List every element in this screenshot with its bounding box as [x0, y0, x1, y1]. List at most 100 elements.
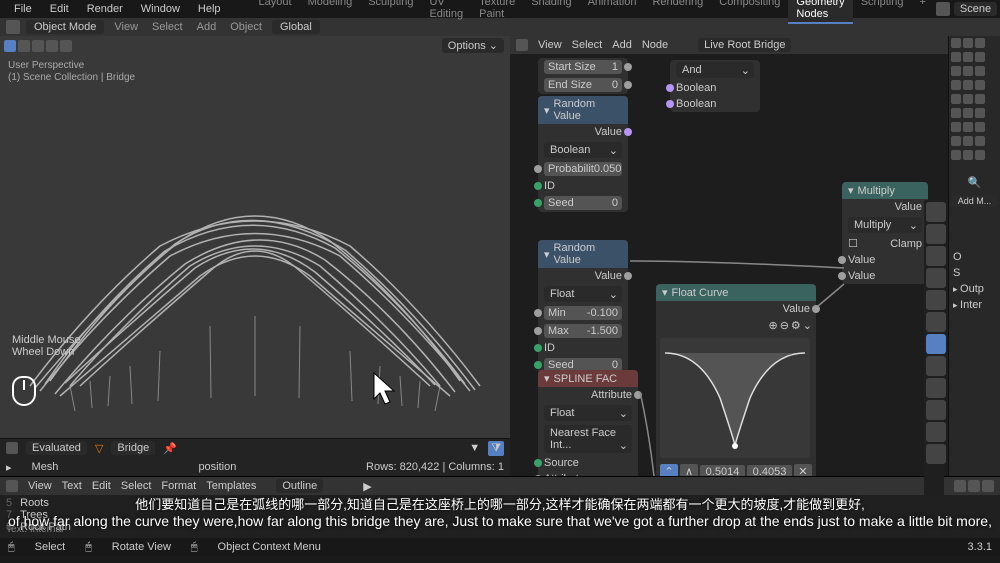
outliner-row[interactable] — [949, 92, 1000, 106]
node-float-curve[interactable]: ▾Float Curve Value ⊕ ⊖ ⚙ ⌄ ⌃ ∧ 0.5014 0.… — [656, 284, 816, 476]
outliner[interactable]: 🔍 Add M... O S ▸ Outp ▸ Inter — [948, 36, 1000, 476]
viewport-options[interactable]: Options ⌄ — [442, 38, 504, 53]
workspace-scripting[interactable]: Scripting — [853, 0, 912, 24]
outliner-row[interactable] — [949, 120, 1000, 134]
workspace-sculpting[interactable]: Sculpting — [360, 0, 421, 24]
menu-help[interactable]: Help — [190, 1, 229, 17]
te-menu-view[interactable]: View — [28, 480, 52, 492]
vp-menu-select[interactable]: Select — [148, 21, 187, 33]
3d-viewport[interactable]: Options ⌄ User Perspective (1) Scene Col… — [0, 36, 510, 476]
curve-widget[interactable] — [660, 338, 810, 458]
filter-icon[interactable]: ▼ — [469, 442, 480, 454]
workspace-add[interactable]: + — [911, 0, 933, 24]
funnel-icon[interactable]: ⧩ — [488, 441, 504, 456]
zoom-out-icon[interactable]: ⊖ — [780, 319, 789, 332]
syntax-icon[interactable] — [954, 480, 966, 492]
menu-window[interactable]: Window — [133, 1, 188, 17]
vp-menu-view[interactable]: View — [110, 21, 142, 33]
handle-vector-icon[interactable]: ∧ — [680, 464, 698, 476]
outliner-row[interactable] — [949, 148, 1000, 162]
workspace-geometry-nodes[interactable]: Geometry Nodes — [788, 0, 852, 24]
modifier-tab-icon[interactable] — [926, 334, 946, 354]
node-boolean-math[interactable]: And Boolean Boolean — [670, 60, 760, 112]
cursor-tool-icon[interactable] — [4, 40, 16, 52]
collapse-icon[interactable]: ▾ — [662, 286, 668, 299]
data-tab-icon[interactable] — [926, 422, 946, 442]
object-breadcrumb[interactable]: Bridge — [111, 441, 155, 455]
vp-menu-add[interactable]: Add — [193, 21, 221, 33]
node-random-value-float[interactable]: ▾Random Value Value Float Min-0.100 Max-… — [538, 240, 628, 374]
transform-orientation[interactable]: Global — [272, 20, 320, 34]
run-script-icon[interactable]: ▶ — [363, 480, 371, 493]
menu-file[interactable]: File — [6, 1, 40, 17]
vp-menu-object[interactable]: Object — [226, 21, 266, 33]
menu-render[interactable]: Render — [79, 1, 131, 17]
material-tab-icon[interactable] — [926, 444, 946, 464]
collapse-icon[interactable]: ▾ — [544, 248, 550, 261]
text-editor-icon[interactable] — [6, 480, 18, 492]
handle-auto-icon[interactable]: ⌃ — [660, 464, 678, 476]
splinefac-domain[interactable]: Nearest Face Int... — [544, 425, 632, 453]
outliner-row[interactable] — [949, 64, 1000, 78]
ne-menu-node[interactable]: Node — [642, 39, 668, 51]
pin-icon[interactable]: 📌 — [163, 442, 177, 455]
multiply-op[interactable]: Multiply — [848, 217, 922, 233]
workspace-shading[interactable]: Shading — [523, 0, 579, 24]
evaluated-dropdown[interactable]: Evaluated — [26, 441, 87, 455]
spreadsheet-editor-icon[interactable] — [6, 442, 18, 454]
outliner-row[interactable] — [949, 106, 1000, 120]
splinefac-type[interactable]: Float — [544, 405, 632, 421]
text-file-selector[interactable]: Outline — [276, 479, 323, 493]
constraints-tab-icon[interactable] — [926, 400, 946, 420]
curve-y-value[interactable]: 0.4053 — [747, 465, 792, 476]
output-tab-icon[interactable] — [926, 224, 946, 244]
collapse-icon[interactable]: ▾ — [544, 372, 550, 385]
sidebar-outp[interactable]: ▸ Outp — [949, 281, 1000, 297]
workspace-compositing[interactable]: Compositing — [711, 0, 788, 24]
sidebar-inter[interactable]: ▸ Inter — [949, 297, 1000, 313]
viewlayer-tab-icon[interactable] — [926, 246, 946, 266]
collapse-icon[interactable]: ▾ — [848, 184, 854, 197]
add-modifier-button[interactable]: Add M... — [951, 195, 998, 207]
row-expand-icon[interactable]: ▸ — [6, 461, 12, 474]
delete-point-icon[interactable]: ✕ — [794, 464, 812, 476]
select-circle-icon[interactable] — [32, 40, 44, 52]
select-lasso-icon[interactable] — [46, 40, 58, 52]
mode-selector[interactable]: Object Mode — [26, 20, 104, 34]
node-size-inputs[interactable]: Start Size1 End Size0 — [538, 58, 628, 94]
workspace-uv-editing[interactable]: UV Editing — [421, 0, 471, 24]
node-tree-name[interactable]: Live Root Bridge — [698, 38, 791, 52]
mesh-dropdown[interactable]: Mesh — [32, 461, 59, 474]
object-tab-icon[interactable] — [926, 312, 946, 332]
scene-tab-icon[interactable] — [926, 268, 946, 288]
node-random-value-bool[interactable]: ▾Random Value Value Boolean Probabilit0.… — [538, 96, 628, 212]
collapse-icon[interactable]: ▾ — [544, 104, 550, 117]
render-tab-icon[interactable] — [926, 202, 946, 222]
geometry-node-editor[interactable]: View Select Add Node Live Root Bridge St… — [510, 36, 948, 476]
te-menu-templates[interactable]: Templates — [206, 480, 256, 492]
zoom-in-icon[interactable]: ⊕ — [768, 319, 777, 332]
particles-tab-icon[interactable] — [926, 356, 946, 376]
bool-op-dropdown[interactable]: And — [676, 62, 754, 78]
tools-icon[interactable]: ⚙ — [791, 319, 801, 332]
line-num-icon[interactable] — [968, 480, 980, 492]
world-tab-icon[interactable] — [926, 290, 946, 310]
te-menu-format[interactable]: Format — [161, 480, 196, 492]
outliner-row[interactable] — [949, 36, 1000, 50]
ne-menu-select[interactable]: Select — [572, 39, 603, 51]
wrap-icon[interactable] — [982, 480, 994, 492]
node-multiply[interactable]: ▾Multiply Value Multiply ☐ Clamp Value V… — [842, 182, 928, 284]
scene-selector[interactable]: Scene — [954, 2, 997, 16]
random2-type[interactable]: Float — [544, 286, 622, 302]
outliner-row[interactable] — [949, 50, 1000, 64]
outliner-row[interactable] — [949, 134, 1000, 148]
outliner-row[interactable] — [949, 78, 1000, 92]
te-menu-select[interactable]: Select — [121, 480, 152, 492]
workspace-texture-paint[interactable]: Texture Paint — [471, 0, 523, 24]
ne-menu-view[interactable]: View — [538, 39, 562, 51]
chevron-down-icon[interactable]: ⌄ — [803, 319, 812, 332]
select-box-icon[interactable] — [18, 40, 30, 52]
node-editor-icon[interactable] — [516, 39, 528, 51]
te-menu-text[interactable]: Text — [62, 480, 82, 492]
workspace-animation[interactable]: Animation — [580, 0, 645, 24]
